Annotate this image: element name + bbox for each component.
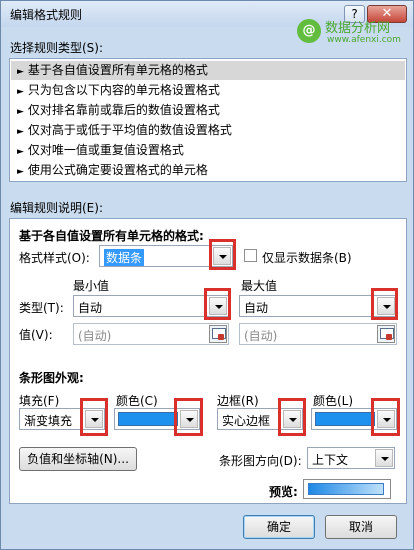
arrow-right-icon: ►: [17, 87, 24, 97]
window-title: 编辑格式规则: [10, 8, 83, 22]
value-label: 值(V):: [19, 328, 53, 342]
format-style-label: 格式样式(O):: [19, 251, 90, 265]
ok-button[interactable]: 确定: [243, 515, 315, 539]
bar-direction-label: 条形图方向(D):: [219, 454, 302, 468]
fill-color-label: 颜色(C): [116, 394, 158, 408]
arrow-right-icon: ►: [17, 67, 24, 77]
border-color-label: 颜色(L): [313, 394, 354, 408]
fill-select[interactable]: 渐变填充: [19, 408, 105, 430]
fill-color-select[interactable]: [114, 408, 200, 430]
type-label: 类型(T):: [19, 301, 64, 315]
chevron-down-icon[interactable]: [375, 449, 393, 467]
preview-label: 预览:: [269, 485, 298, 499]
border-select[interactable]: 实心边框: [217, 408, 303, 430]
max-header: 最大值: [241, 279, 278, 293]
preview-data-bar: [308, 483, 384, 495]
chevron-down-icon[interactable]: [209, 297, 227, 315]
arrow-right-icon: ►: [17, 167, 24, 177]
rule-desc-heading: 基于各自值设置所有单元格的格式:: [19, 229, 204, 243]
bar-appearance-heading: 条形图外观:: [19, 371, 84, 385]
watermark-name: 数据分析网: [325, 21, 391, 36]
fill-label: 填充(F): [19, 394, 60, 408]
chevron-down-icon[interactable]: [85, 410, 103, 428]
border-label: 边框(R): [217, 394, 259, 408]
rule-type-item[interactable]: ► 仅对高于或低于平均值的数值设置格式: [11, 121, 405, 140]
range-picker-icon[interactable]: [209, 325, 227, 343]
arrow-right-icon: ►: [17, 127, 24, 137]
edit-format-rule-dialog: 编辑格式规则 ? ✕ @ 数据分析网 www.afenxi.com 选择规则类型…: [0, 0, 414, 550]
chevron-down-icon[interactable]: [180, 410, 198, 428]
show-bar-only-checkbox[interactable]: [244, 249, 257, 262]
rule-type-item[interactable]: ► 仅对唯一值或重复值设置格式: [11, 141, 405, 160]
chevron-down-icon[interactable]: [283, 410, 301, 428]
rule-desc-label: 编辑规则说明(E):: [10, 201, 103, 215]
format-style-select[interactable]: 数据条: [99, 245, 233, 267]
rule-type-item[interactable]: ► 使用公式确定要设置格式的单元格: [11, 161, 405, 180]
arrow-right-icon: ►: [17, 147, 24, 157]
rule-type-item[interactable]: ► 仅对排名靠前或靠后的数值设置格式: [11, 101, 405, 120]
preview-box: [303, 479, 391, 499]
max-type-select[interactable]: 自动: [239, 295, 397, 317]
min-type-select[interactable]: 自动: [73, 295, 229, 317]
min-header: 最小值: [73, 279, 110, 293]
range-picker-icon[interactable]: [377, 325, 395, 343]
watermark-url: www.afenxi.com: [327, 35, 401, 45]
watermark: @ 数据分析网 www.afenxi.com: [297, 15, 407, 51]
chevron-down-icon[interactable]: [213, 247, 231, 265]
arrow-right-icon: ►: [17, 107, 24, 117]
border-color-swatch: [315, 412, 375, 426]
rule-type-item[interactable]: ► 只为包含以下内容的单元格设置格式: [11, 81, 405, 100]
fill-color-swatch: [118, 412, 178, 426]
bar-direction-select[interactable]: 上下文: [307, 447, 395, 469]
show-bar-only-label: 仅显示数据条(B): [262, 251, 352, 265]
min-value-field[interactable]: (自动): [73, 323, 229, 345]
watermark-logo-icon: @: [297, 19, 321, 43]
border-color-select[interactable]: [311, 408, 397, 430]
cancel-button[interactable]: 取消: [325, 515, 397, 539]
rule-type-list: ► 基于各自值设置所有单元格的格式 ► 只为包含以下内容的单元格设置格式 ► 仅对排名…: [9, 58, 407, 182]
negative-value-axis-button[interactable]: 负值和坐标轴(N)...: [19, 447, 137, 471]
chevron-down-icon[interactable]: [377, 410, 395, 428]
rule-type-item[interactable]: ► 基于各自值设置所有单元格的格式: [11, 61, 405, 80]
chevron-down-icon[interactable]: [377, 297, 395, 315]
max-value-field[interactable]: (自动): [239, 323, 397, 345]
rule-type-label: 选择规则类型(S):: [10, 41, 104, 55]
